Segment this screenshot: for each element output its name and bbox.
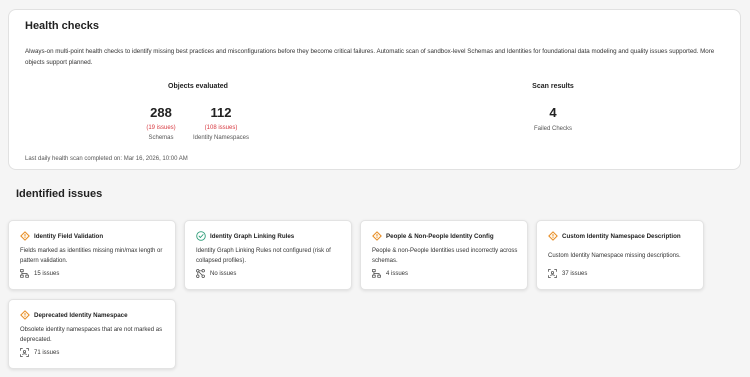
issue-card[interactable]: Identity Graph Linking Rules Identity Gr… xyxy=(184,220,352,290)
card-description: Custom Identity Namespace missing descri… xyxy=(548,253,681,259)
failed-checks-label: Failed Checks xyxy=(533,126,572,132)
card-description: Fields marked as identities missing min/… xyxy=(20,248,163,264)
card-issue-count: 15 issues xyxy=(34,270,60,277)
graph-icon xyxy=(196,269,205,278)
card-description: Identity Graph Linking Rules not configu… xyxy=(196,248,331,264)
card-description: Obsolete identity namespaces that are no… xyxy=(20,327,163,343)
card-description: People & non-People Identities used inco… xyxy=(372,248,518,264)
card-title: Identity Graph Linking Rules xyxy=(210,232,295,240)
issue-card[interactable]: Custom Identity Namespace Description Cu… xyxy=(536,220,704,290)
health-checks-title: Health checks xyxy=(25,20,99,32)
card-issue-count: 37 issues xyxy=(562,270,588,277)
warning-icon xyxy=(548,231,558,241)
identity-namespaces-stat: 112 (108 issues) Identity Namespaces xyxy=(187,105,255,142)
warning-icon xyxy=(372,231,382,241)
scan-results-heading: Scan results xyxy=(532,83,574,90)
warning-icon xyxy=(20,231,30,241)
schemas-label: Schemas xyxy=(148,135,174,141)
issue-card[interactable]: People & Non-People Identity Config Peop… xyxy=(360,220,528,290)
last-scan-timestamp: Last daily health scan completed on: Mar… xyxy=(25,156,188,162)
objects-evaluated-heading: Objects evaluated xyxy=(168,83,228,90)
health-checks-description: Always-on multi-point health checks to i… xyxy=(25,48,715,66)
identity-namespaces-count: 112 xyxy=(210,105,232,120)
issue-card[interactable]: Identity Field Validation Fields marked … xyxy=(8,220,176,290)
card-issue-count: 71 issues xyxy=(34,349,60,356)
failed-checks-stat: 4 Failed Checks xyxy=(523,105,583,133)
card-issue-count: No issues xyxy=(210,270,237,277)
health-checks-panel: Health checks Always-on multi-point heal… xyxy=(8,9,741,170)
identity-namespaces-issues[interactable]: (108 issues) xyxy=(187,124,255,132)
identity-icon xyxy=(548,269,557,278)
identity-namespaces-label: Identity Namespaces xyxy=(192,135,250,141)
schemas-issues[interactable]: (19 issues) xyxy=(137,124,185,132)
identified-issues-title: Identified issues xyxy=(16,188,103,200)
card-title: Identity Field Validation xyxy=(34,232,104,240)
schemas-stat: 288 (19 issues) Schemas xyxy=(137,105,185,142)
failed-checks-count: 4 xyxy=(549,105,557,120)
card-title: People & Non-People Identity Config xyxy=(386,232,494,240)
identity-icon xyxy=(20,348,29,357)
warning-icon xyxy=(20,310,30,320)
issue-card[interactable]: Deprecated Identity Namespace Obsolete i… xyxy=(8,299,176,369)
schemas-count: 288 xyxy=(150,105,172,120)
schema-icon xyxy=(20,269,29,278)
card-title: Deprecated Identity Namespace xyxy=(34,311,128,319)
check-circle-icon xyxy=(196,231,206,241)
schema-icon xyxy=(372,269,381,278)
card-issue-count: 4 issues xyxy=(386,270,409,277)
card-title: Custom Identity Namespace Description xyxy=(562,232,681,240)
